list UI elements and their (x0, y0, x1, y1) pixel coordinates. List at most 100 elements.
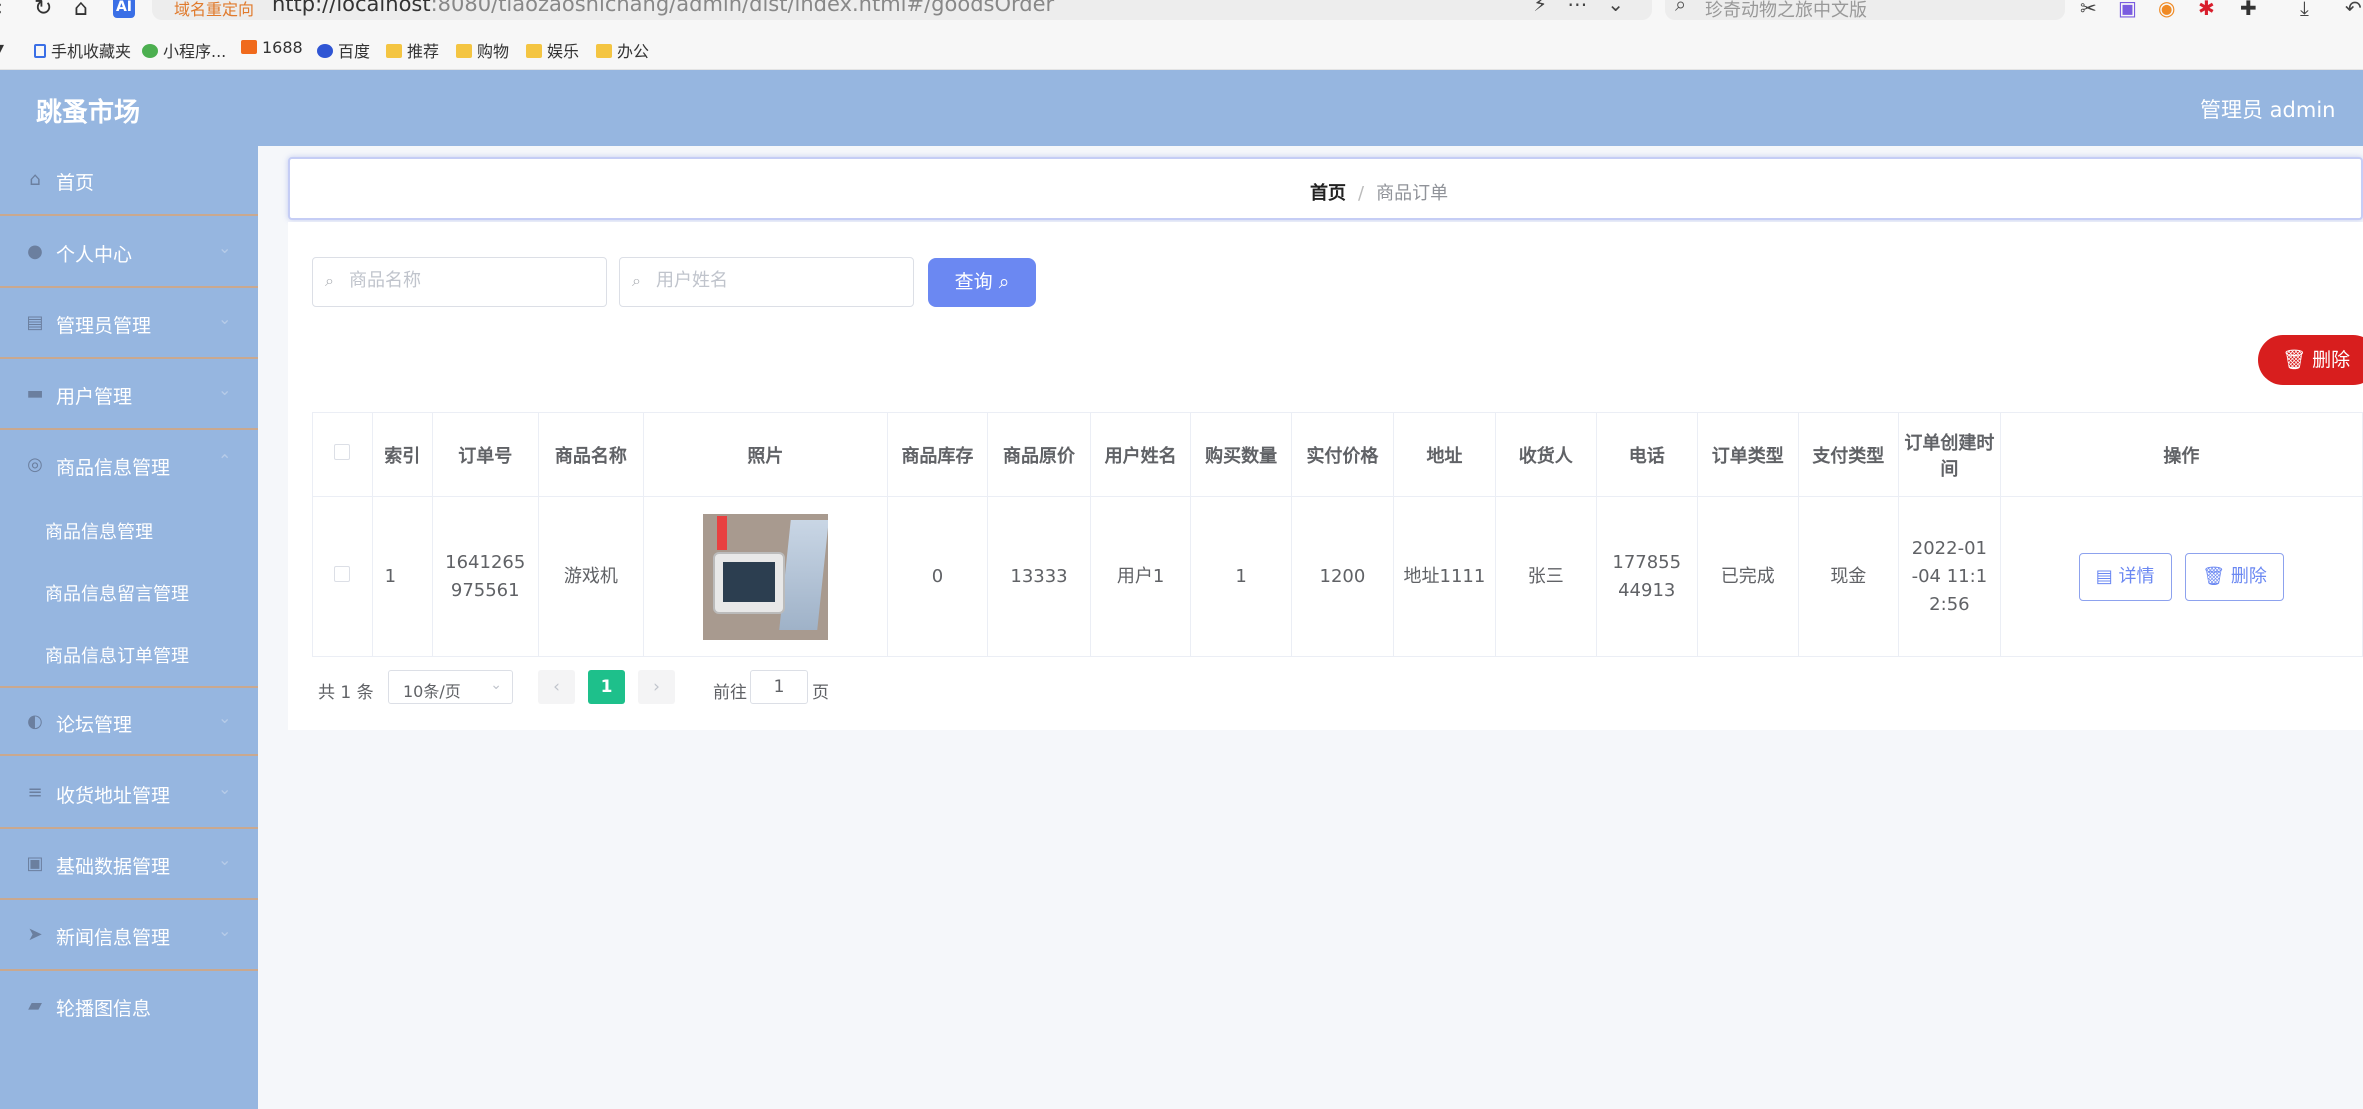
sidebar-subitem-goods-order[interactable]: 商品信息订单管理 (45, 642, 189, 668)
sidebar-item-carousel[interactable]: ▰ 轮播图信息 (0, 972, 258, 1042)
next-page-button[interactable]: › (638, 670, 675, 704)
column-header: 商品库存 (887, 412, 989, 497)
chart-icon: ▣ (26, 853, 44, 874)
bookmark-folder[interactable]: 娱乐 (526, 38, 579, 62)
chevron-down-icon: ⌄ (218, 779, 232, 798)
breadcrumb-home[interactable]: 首页 (1310, 183, 1346, 204)
goods-name-search[interactable]: ⌕ (312, 257, 607, 307)
user-name-search[interactable]: ⌕ (619, 257, 914, 307)
sidebar: ⌂ 首页 ● 个人中心 ⌄ ▤ 管理员管理 ⌄ ▬ 用户管理 ⌄ ◎ 商品信息管… (0, 146, 258, 1109)
select-all-cell[interactable] (312, 412, 373, 497)
home-icon[interactable]: ⌂ (74, 0, 88, 21)
folder-icon (596, 44, 612, 58)
bookmark-item[interactable]: 1688 (241, 38, 303, 57)
translate-icon[interactable]: ▣ (2118, 0, 2137, 20)
goods-name-input[interactable] (349, 270, 589, 291)
page-size-select[interactable]: 10条/页 ⌄ (388, 670, 513, 704)
bookmark-item[interactable]: 手机收藏夹 (34, 38, 131, 62)
app-brand: 跳蚤市场 (36, 98, 141, 128)
search-icon: ⌕ (998, 271, 1010, 293)
row-select-cell[interactable] (312, 496, 373, 657)
baidu-icon (317, 44, 333, 58)
forum-icon: ◐ (27, 711, 43, 732)
orders-table: 索引 订单号 商品名称 照片 商品库存 商品原价 用户姓名 购买数量 实付价格 … (312, 412, 2363, 657)
back-icon[interactable]: ‹ (0, 0, 3, 21)
briefcase-icon: ▬ (26, 383, 44, 404)
ai-assistant-icon[interactable]: AI (113, 0, 135, 18)
sidebar-item-label: 新闻信息管理 (56, 927, 171, 949)
trash-icon: 🗑 (2282, 349, 2307, 371)
sidebar-item-user-management[interactable]: ▬ 用户管理 ⌄ (0, 360, 258, 430)
sidebar-subitem-goods-message[interactable]: 商品信息留言管理 (45, 580, 189, 606)
cell-stock: 0 (887, 496, 989, 657)
sidebar-item-label: 商品信息管理 (56, 457, 171, 479)
user-icon: ● (27, 241, 43, 262)
batch-delete-button[interactable]: 🗑 删除 (2258, 335, 2363, 385)
table-row[interactable]: 1 1641265975561 游戏机 0 13333 用户1 1 1200 地… (312, 496, 2363, 657)
document-icon: ▤ (2095, 565, 2113, 587)
redirect-label: 域名重定向 (174, 0, 255, 19)
chevron-down-icon: ⌄ (490, 677, 502, 693)
user-name-input[interactable] (656, 270, 896, 291)
sidebar-item-personal-center[interactable]: ● 个人中心 ⌄ (0, 218, 258, 288)
chevron-down-icon: ⌄ (218, 708, 232, 727)
cell-pay-type: 现金 (1798, 496, 1900, 657)
detail-button[interactable]: ▤ 详情 (2078, 552, 2172, 601)
sidebar-item-address-management[interactable]: ≡ 收货地址管理 ⌄ (0, 759, 258, 829)
sidebar-item-home[interactable]: ⌂ 首页 (0, 146, 258, 216)
sidebar-item-admin-management[interactable]: ▤ 管理员管理 ⌄ (0, 289, 258, 359)
address-bar-icons[interactable]: ⚡⋯⌄ (1533, 0, 1644, 16)
folder-icon (526, 44, 542, 58)
bookmark-item[interactable]: 百度 (317, 38, 370, 62)
bookmark-folder[interactable]: 办公 (596, 38, 649, 62)
browser-search-text: 珍奇动物之旅中文版 (1705, 0, 1867, 21)
folder-icon (456, 44, 472, 58)
table-header-row: 索引 订单号 商品名称 照片 商品库存 商品原价 用户姓名 购买数量 实付价格 … (312, 412, 2363, 497)
bookmark-folder[interactable]: 购物 (456, 38, 509, 62)
sidebar-item-goods-management[interactable]: ◎ 商品信息管理 ⌃ (0, 431, 258, 501)
game-icon[interactable]: ◉ (2158, 0, 2175, 20)
browser-search-box[interactable]: ⌕ 珍奇动物之旅中文版 (1665, 0, 2065, 21)
row-delete-button[interactable]: 🗑 删除 (2185, 552, 2284, 601)
breadcrumb: 首页 / 商品订单 (288, 157, 2363, 220)
cell-receiver: 张三 (1495, 496, 1597, 657)
sidebar-item-label: 首页 (56, 172, 95, 194)
sidebar-item-label: 论坛管理 (56, 714, 133, 736)
select-all-checkbox[interactable] (334, 444, 351, 460)
bookmark-folder[interactable]: 推荐 (386, 38, 439, 62)
column-header: 商品名称 (538, 412, 645, 497)
goto-page-input[interactable]: 1 (750, 670, 808, 704)
column-header: 订单创建时间 (1898, 412, 2001, 497)
reload-icon[interactable]: ↻ (34, 0, 52, 21)
current-page[interactable]: 1 (588, 670, 625, 704)
bookmark-item[interactable]: 小程序... (142, 38, 226, 62)
undo-icon[interactable]: ↶ (2345, 0, 2362, 20)
sidebar-item-forum-management[interactable]: ◐ 论坛管理 ⌄ (0, 686, 258, 756)
chevron-down-icon: ⌄ (218, 309, 232, 328)
query-button[interactable]: 查询 ⌕ (928, 258, 1036, 307)
scissors-icon[interactable]: ✂ (2080, 0, 2097, 20)
pagination: 共 1 条 10条/页 ⌄ ‹ 1 › 前往 1 页 (288, 670, 1488, 710)
main-content: ⌕ ⌕ 查询 ⌕ 🗑 删除 索引 订单号 商品名称 照片 商品库存 商品原价 用… (288, 222, 2363, 730)
chevron-down-icon: ⌄ (218, 921, 232, 940)
sidebar-item-basic-data[interactable]: ▣ 基础数据管理 ⌄ (0, 830, 258, 900)
clipboard-icon: ▤ (26, 312, 44, 333)
sidebar-item-news-management[interactable]: ➤ 新闻信息管理 ⌄ (0, 901, 258, 971)
url-text: http://localhost:8080/tiaozaoshichang/ad… (272, 0, 1055, 16)
bookmark-menu-icon[interactable]: ▾ (0, 38, 4, 57)
address-bar[interactable]: 域名重定向 http://localhost:8080/tiaozaoshich… (152, 0, 1652, 20)
chevron-up-icon: ⌃ (218, 451, 232, 470)
extension-red-icon[interactable]: ✱ (2198, 0, 2215, 20)
row-checkbox[interactable] (334, 565, 351, 582)
puzzle-icon[interactable]: ✚ (2240, 0, 2257, 20)
column-header: 商品原价 (987, 412, 1091, 497)
sidebar-subitem-goods-info[interactable]: 商品信息管理 (45, 518, 153, 544)
admin-user-label[interactable]: 管理员 admin (2200, 94, 2335, 124)
column-header: 用户姓名 (1090, 412, 1192, 497)
app-header: 跳蚤市场 管理员 admin (0, 70, 2363, 146)
download-icon[interactable]: ⤓ (2300, 0, 2309, 20)
cell-paid: 1200 (1291, 496, 1394, 657)
prev-page-button[interactable]: ‹ (538, 670, 575, 704)
column-header: 地址 (1393, 412, 1496, 497)
total-count: 共 1 条 (318, 683, 374, 703)
